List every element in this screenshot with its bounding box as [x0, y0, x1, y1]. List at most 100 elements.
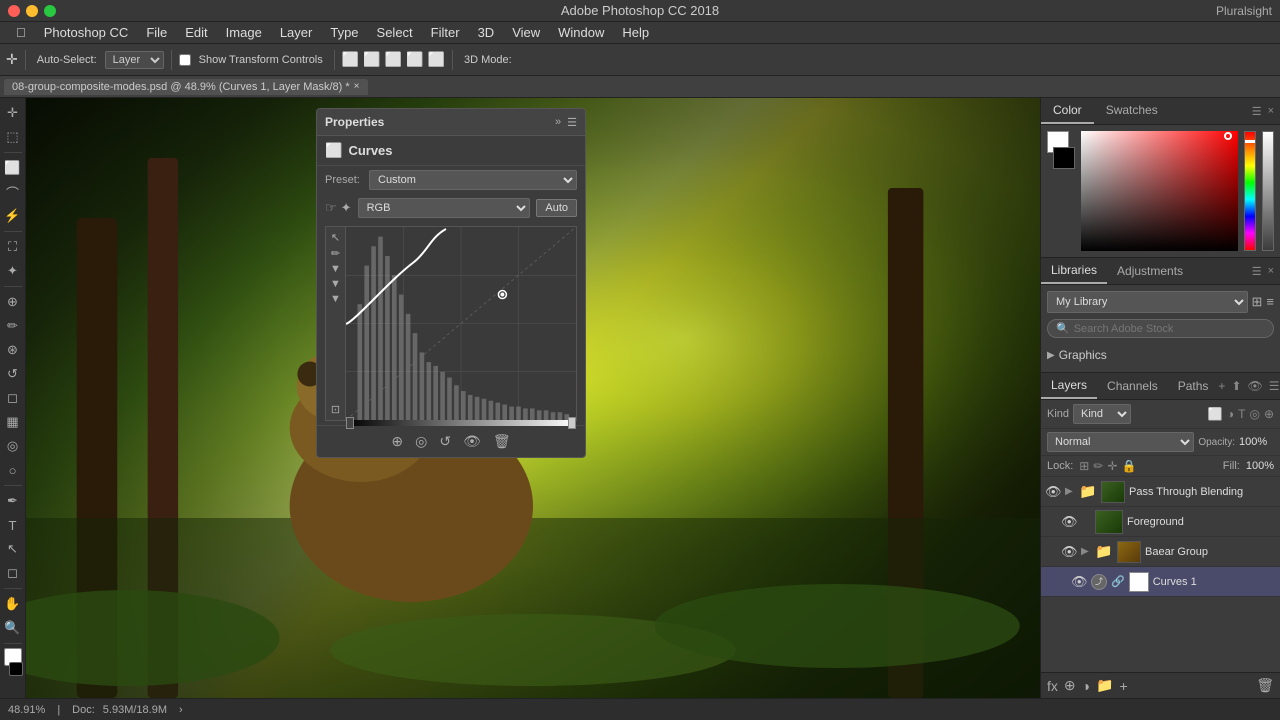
- filter-adj-icon[interactable]: ◑: [1227, 407, 1234, 421]
- menu-photoshop[interactable]: Photoshop CC: [36, 23, 137, 42]
- layer-eye[interactable]: 👁: [1061, 514, 1077, 530]
- doc-arrow[interactable]: ›: [179, 704, 183, 716]
- clone-tool[interactable]: ⊛: [2, 339, 24, 361]
- color-panel-close[interactable]: ×: [1268, 105, 1274, 118]
- filter-pixel-icon[interactable]: ⬜: [1208, 407, 1223, 421]
- menu-filter[interactable]: Filter: [423, 23, 468, 42]
- fill-value[interactable]: 100%: [1246, 460, 1274, 472]
- curve-eyedropper-gray[interactable]: ▼: [330, 278, 341, 290]
- spot-healing-tool[interactable]: ⊕: [2, 291, 24, 313]
- delete-icon[interactable]: 🗑: [490, 430, 514, 453]
- layers-menu-icon[interactable]: ☰: [1269, 379, 1280, 393]
- layers-folder-icon[interactable]: ⬆: [1231, 379, 1241, 393]
- curve-eyedropper-black[interactable]: ▼: [330, 263, 341, 275]
- brush-tool[interactable]: ✏: [2, 315, 24, 337]
- lib-search-input[interactable]: [1074, 323, 1265, 335]
- gradient-tool[interactable]: ▦: [2, 411, 24, 433]
- lock-move-icon[interactable]: ✛: [1107, 459, 1117, 473]
- properties-expand-icon[interactable]: »: [555, 116, 561, 129]
- tab-channels[interactable]: Channels: [1097, 374, 1168, 398]
- filter-smart-icon[interactable]: ⊕: [1264, 407, 1274, 421]
- blur-tool[interactable]: ◎: [2, 435, 24, 457]
- layer-chain-icon[interactable]: 🔗: [1111, 575, 1125, 588]
- graphics-section[interactable]: ▶ Graphics: [1047, 344, 1274, 366]
- add-adjustment-icon[interactable]: ◑: [1082, 678, 1090, 694]
- blend-mode-dropdown[interactable]: Normal Multiply Screen Overlay: [1047, 432, 1194, 452]
- crop-tool[interactable]: ⛶: [2, 236, 24, 258]
- delete-layer-icon[interactable]: 🗑: [1256, 677, 1274, 694]
- layer-expand-arrow[interactable]: ▶: [1081, 546, 1091, 557]
- properties-menu-icon[interactable]: ☰: [567, 116, 577, 129]
- lock-all-icon[interactable]: 🔒: [1121, 459, 1136, 473]
- shape-tool[interactable]: ◻: [2, 562, 24, 584]
- filter-shape-icon[interactable]: ◎: [1249, 407, 1259, 421]
- layer-expand-arrow[interactable]: ▶: [1065, 486, 1075, 497]
- quick-select-tool[interactable]: ⚡: [2, 205, 24, 227]
- library-dropdown[interactable]: My Library: [1047, 291, 1248, 313]
- maximize-button[interactable]: [44, 5, 56, 17]
- menu-help[interactable]: Help: [614, 23, 657, 42]
- tab-paths[interactable]: Paths: [1168, 374, 1219, 398]
- add-mask-icon[interactable]: ⊕: [1064, 677, 1076, 694]
- menu-window[interactable]: Window: [550, 23, 612, 42]
- auto-select-dropdown[interactable]: Layer Group: [105, 51, 164, 69]
- hand-tool[interactable]: ✋: [2, 593, 24, 615]
- lib-panel-menu[interactable]: ☰: [1252, 265, 1262, 278]
- artboard-tool[interactable]: ⬚: [2, 126, 24, 148]
- pen-tool[interactable]: ✒: [2, 490, 24, 512]
- curve-pencil-tool[interactable]: ✏: [331, 247, 340, 260]
- opacity-slider[interactable]: [1262, 131, 1274, 251]
- lock-pixels-icon[interactable]: ✏: [1093, 459, 1103, 473]
- zoom-tool[interactable]: 🔍: [2, 617, 24, 639]
- color-saturation-box[interactable]: [1081, 131, 1238, 251]
- tab-layers[interactable]: Layers: [1041, 373, 1097, 399]
- tab-adjustments[interactable]: Adjustments: [1107, 259, 1193, 283]
- opacity-value[interactable]: 100%: [1239, 436, 1274, 448]
- type-tool[interactable]: T: [2, 514, 24, 536]
- clip-mask-icon[interactable]: ⊕: [388, 430, 406, 453]
- lock-transparent-icon[interactable]: ⊞: [1079, 459, 1089, 473]
- reset-icon[interactable]: ↺: [436, 430, 454, 453]
- channel-hand-icon[interactable]: ☞: [325, 200, 337, 216]
- white-point-slider[interactable]: [568, 417, 576, 429]
- layer-item[interactable]: 👁 ⤴ 🔗 Curves 1: [1041, 567, 1280, 597]
- marquee-tool[interactable]: ⬜: [2, 157, 24, 179]
- menu-file[interactable]: File: [138, 23, 175, 42]
- layers-kind-select[interactable]: Kind Name Effect: [1073, 404, 1131, 424]
- tab-libraries[interactable]: Libraries: [1041, 258, 1107, 284]
- background-color[interactable]: [9, 662, 23, 676]
- menu-layer[interactable]: Layer: [272, 23, 321, 42]
- curve-eyedropper-white[interactable]: ▼: [330, 293, 341, 305]
- eraser-tool[interactable]: ◻: [2, 387, 24, 409]
- eyedropper-tool[interactable]: ✦: [2, 260, 24, 282]
- document-tab[interactable]: 08-group-composite-modes.psd @ 48.9% (Cu…: [4, 79, 368, 95]
- show-transform-checkbox[interactable]: [179, 54, 191, 66]
- curve-pointer-tool[interactable]: ↖: [331, 231, 340, 244]
- menu-type[interactable]: Type: [322, 23, 366, 42]
- lib-panel-close[interactable]: ×: [1268, 265, 1274, 278]
- auto-button[interactable]: Auto: [536, 199, 577, 217]
- layers-visibility-icon[interactable]: 👁: [1248, 379, 1263, 393]
- layer-item[interactable]: 👁 ▶ 📁 Baear Group: [1041, 537, 1280, 567]
- menu-edit[interactable]: Edit: [177, 23, 215, 42]
- view-icon[interactable]: 👁: [460, 430, 484, 453]
- filter-type-icon[interactable]: T: [1238, 407, 1245, 421]
- menu-select[interactable]: Select: [369, 23, 421, 42]
- menu-3d[interactable]: 3D: [470, 23, 503, 42]
- color-panel-menu[interactable]: ☰: [1252, 105, 1262, 118]
- add-group-icon[interactable]: 📁: [1096, 677, 1113, 694]
- lib-grid-view[interactable]: ⊞: [1252, 294, 1263, 310]
- layer-item[interactable]: 👁 Foreground: [1041, 507, 1280, 537]
- layer-eye[interactable]: 👁: [1071, 574, 1087, 590]
- curve-hand-tool[interactable]: ⊡: [331, 403, 340, 416]
- minimize-button[interactable]: [26, 5, 38, 17]
- layers-add-icon[interactable]: +: [1218, 379, 1225, 393]
- doc-tab-close[interactable]: ×: [354, 81, 360, 92]
- tab-swatches[interactable]: Swatches: [1094, 98, 1170, 124]
- menu-image[interactable]: Image: [218, 23, 270, 42]
- channel-dropdown[interactable]: RGB Red Green Blue: [358, 198, 531, 218]
- path-selection-tool[interactable]: ↖: [2, 538, 24, 560]
- history-brush-tool[interactable]: ↺: [2, 363, 24, 385]
- add-layer-icon[interactable]: +: [1120, 678, 1128, 694]
- layer-eye[interactable]: 👁: [1061, 544, 1077, 560]
